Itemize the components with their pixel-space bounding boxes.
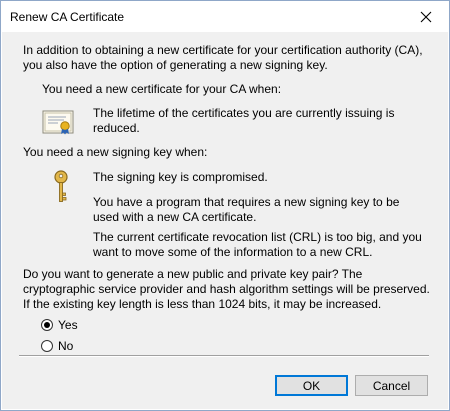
cancel-button[interactable]: Cancel (355, 375, 428, 396)
ok-button[interactable]: OK (275, 375, 348, 396)
certificate-icon (42, 107, 76, 138)
radio-yes-label[interactable]: Yes (58, 318, 78, 332)
key-pair-question: Do you want to generate a new public and… (23, 267, 430, 311)
close-button[interactable] (403, 1, 449, 32)
new-cert-heading: You need a new certificate for your CA w… (42, 82, 282, 96)
separator (19, 355, 429, 357)
key-reason-compromised: The signing key is compromised. (93, 170, 268, 184)
radio-no-indicator[interactable] (41, 340, 53, 352)
dialog-body: In addition to obtaining a new certifica… (2, 32, 448, 409)
new-key-heading: You need a new signing key when: (23, 145, 208, 159)
intro-text: In addition to obtaining a new certifica… (23, 43, 423, 72)
radio-yes-indicator[interactable] (41, 319, 53, 331)
radio-no[interactable]: No (41, 338, 73, 354)
key-reason-crl: The current certificate revocation list … (93, 230, 422, 259)
radio-no-label[interactable]: No (58, 339, 73, 353)
new-cert-reason: The lifetime of the certificates you are… (93, 106, 395, 135)
key-reason-program: You have a program that requires a new s… (93, 195, 400, 224)
title-bar: Renew CA Certificate (1, 1, 449, 32)
key-icon (53, 170, 69, 207)
close-icon (420, 11, 432, 22)
renew-ca-certificate-dialog: Renew CA Certificate In addition to obta… (0, 0, 450, 411)
radio-yes[interactable]: Yes (41, 317, 78, 333)
dialog-title: Renew CA Certificate (10, 10, 125, 24)
